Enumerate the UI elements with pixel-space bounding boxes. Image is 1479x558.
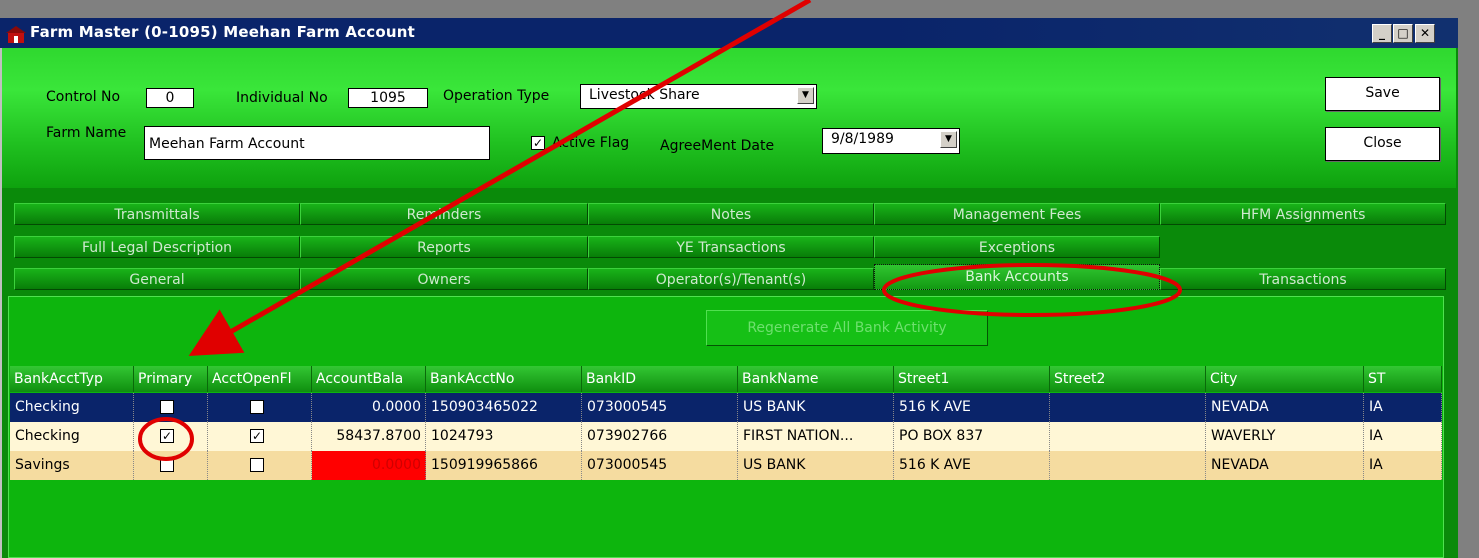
- operation-type-value: Livestock Share: [589, 87, 700, 103]
- column-header[interactable]: AcctOpenFl: [208, 366, 312, 392]
- cell-bank-acct-no: 150919965866: [426, 451, 582, 480]
- window-title: Farm Master (0-1095) Meehan Farm Account: [30, 23, 415, 41]
- cell-city: WAVERLY: [1206, 422, 1364, 451]
- tab-owners[interactable]: Owners: [300, 268, 588, 290]
- tab-transmittals[interactable]: Transmittals: [14, 203, 300, 225]
- cell-state: IA: [1364, 393, 1442, 422]
- cell-city: NEVADA: [1206, 451, 1364, 480]
- cell-street1: 516 K AVE: [894, 451, 1050, 480]
- tab-ye-transactions[interactable]: YE Transactions: [588, 236, 874, 258]
- primary-checkbox[interactable]: [160, 458, 174, 472]
- column-header[interactable]: Street1: [894, 366, 1050, 392]
- tab-notes[interactable]: Notes: [588, 203, 874, 225]
- cell-primary: [134, 393, 208, 422]
- column-header[interactable]: BankAcctTyp: [10, 366, 134, 392]
- primary-checkbox[interactable]: ✓: [160, 429, 174, 443]
- cell-account-balance: 0.0000: [312, 393, 426, 422]
- operation-type-select[interactable]: Livestock Share ▼: [580, 84, 817, 109]
- cell-street2: [1050, 393, 1206, 422]
- cell-bank-acct-type: Checking: [10, 393, 134, 422]
- cell-primary: ✓: [134, 422, 208, 451]
- table-row[interactable]: Checking 0.0000 150903465022 073000545 U…: [10, 393, 1442, 422]
- cell-acct-open: [208, 451, 312, 480]
- cell-street1: 516 K AVE: [894, 393, 1050, 422]
- header-panel: [2, 48, 1456, 188]
- farm-name-field[interactable]: Meehan Farm Account: [144, 126, 490, 160]
- cell-street2: [1050, 451, 1206, 480]
- individual-no-field[interactable]: 1095: [348, 88, 428, 108]
- tab-reminders[interactable]: Reminders: [300, 203, 588, 225]
- tab-full-legal-description[interactable]: Full Legal Description: [14, 236, 300, 258]
- close-window-button[interactable]: ✕: [1415, 24, 1435, 43]
- save-button[interactable]: Save: [1325, 77, 1440, 111]
- tab-management-fees[interactable]: Management Fees: [874, 203, 1160, 225]
- barn-icon: [6, 26, 26, 43]
- tab-hfm-assignments[interactable]: HFM Assignments: [1160, 203, 1446, 225]
- tab-reports[interactable]: Reports: [300, 236, 588, 258]
- agreement-date-picker[interactable]: 9/8/1989 ▼: [822, 128, 960, 154]
- tab-general[interactable]: General: [14, 268, 300, 290]
- cell-bank-id: 073000545: [582, 393, 738, 422]
- agreement-date-label: AgreeMent Date: [660, 138, 775, 154]
- cell-state: IA: [1364, 422, 1442, 451]
- minimize-button[interactable]: _: [1372, 24, 1392, 43]
- cell-acct-open: [208, 393, 312, 422]
- column-header[interactable]: Street2: [1050, 366, 1206, 392]
- farm-name-label: Farm Name: [46, 125, 127, 141]
- cell-bank-acct-type: Checking: [10, 422, 134, 451]
- column-header[interactable]: BankName: [738, 366, 894, 392]
- cell-account-balance: 0.0000: [312, 451, 426, 480]
- cell-bank-name: US BANK: [738, 451, 894, 480]
- maximize-button[interactable]: □: [1393, 24, 1413, 43]
- individual-no-label: Individual No: [236, 90, 328, 106]
- column-header[interactable]: BankAcctNo: [426, 366, 582, 392]
- cell-state: IA: [1364, 451, 1442, 480]
- regenerate-bank-activity-button[interactable]: Regenerate All Bank Activity: [706, 310, 988, 346]
- tab-operator-tenant[interactable]: Operator(s)/Tenant(s): [588, 268, 874, 290]
- agreement-date-value: 9/8/1989: [831, 131, 894, 147]
- tab-transactions[interactable]: Transactions: [1160, 268, 1446, 290]
- cell-street1: PO BOX 837: [894, 422, 1050, 451]
- chevron-down-icon[interactable]: ▼: [940, 131, 957, 148]
- cell-account-balance: 58437.8700: [312, 422, 426, 451]
- cell-bank-name: US BANK: [738, 393, 894, 422]
- cell-bank-acct-type: Savings: [10, 451, 134, 480]
- column-header[interactable]: BankID: [582, 366, 738, 392]
- control-no-label: Control No: [46, 89, 121, 105]
- cell-bank-acct-no: 150903465022: [426, 393, 582, 422]
- close-button[interactable]: Close: [1325, 127, 1440, 161]
- primary-checkbox[interactable]: [160, 400, 174, 414]
- table-row[interactable]: Checking ✓ ✓ 58437.8700 1024793 07390276…: [10, 422, 1442, 451]
- cell-bank-id: 073000545: [582, 451, 738, 480]
- title-bar: Farm Master (0-1095) Meehan Farm Account…: [0, 18, 1458, 48]
- acct-open-checkbox[interactable]: [250, 400, 264, 414]
- active-flag-label: Active Flag: [552, 135, 630, 151]
- cell-bank-name: FIRST NATION...: [738, 422, 894, 451]
- column-header[interactable]: Primary: [134, 366, 208, 392]
- active-flag-checkbox[interactable]: ✓: [531, 136, 545, 150]
- cell-bank-acct-no: 1024793: [426, 422, 582, 451]
- tab-exceptions[interactable]: Exceptions: [874, 236, 1160, 258]
- column-header[interactable]: ST: [1364, 366, 1442, 392]
- cell-city: NEVADA: [1206, 393, 1364, 422]
- chevron-down-icon[interactable]: ▼: [797, 87, 814, 104]
- operation-type-label: Operation Type: [443, 88, 550, 104]
- cell-street2: [1050, 422, 1206, 451]
- acct-open-checkbox[interactable]: [250, 458, 264, 472]
- cell-primary: [134, 451, 208, 480]
- control-no-field[interactable]: 0: [146, 88, 194, 108]
- table-row[interactable]: Savings 0.0000 150919965866 073000545 US…: [10, 451, 1442, 480]
- tab-bank-accounts[interactable]: Bank Accounts: [874, 264, 1160, 290]
- acct-open-checkbox[interactable]: ✓: [250, 429, 264, 443]
- column-header[interactable]: AccountBala: [312, 366, 426, 392]
- cell-bank-id: 073902766: [582, 422, 738, 451]
- cell-acct-open: ✓: [208, 422, 312, 451]
- column-header[interactable]: City: [1206, 366, 1364, 392]
